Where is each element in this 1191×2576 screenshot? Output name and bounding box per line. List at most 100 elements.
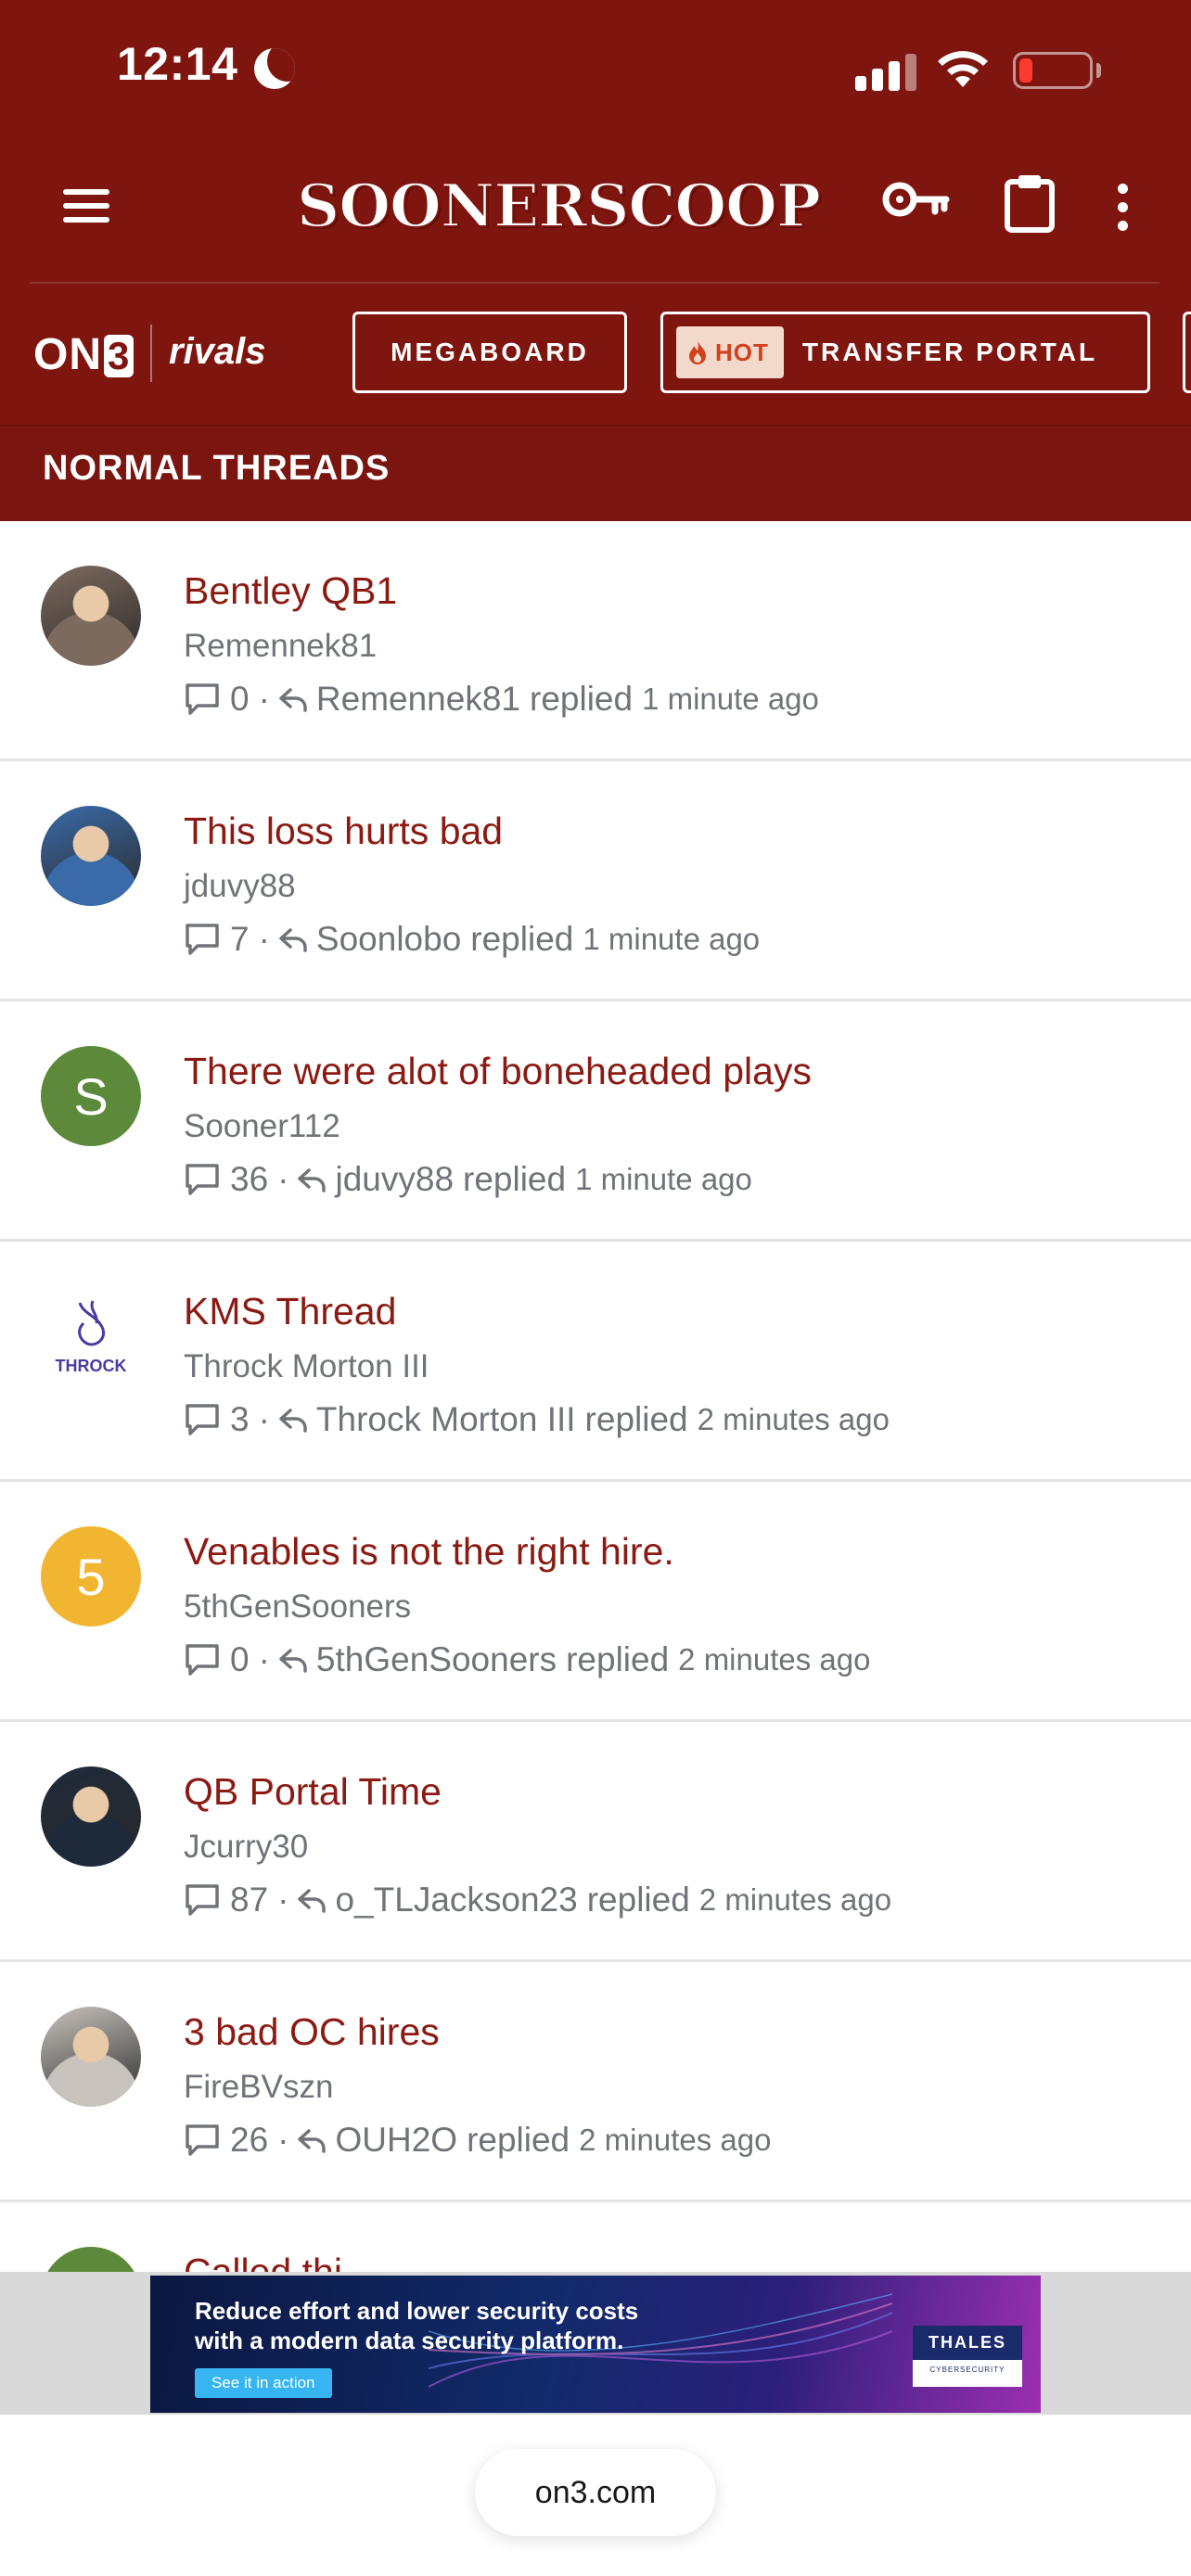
- thread-meta: 0 · Remennek81 replied 1 minute ago: [184, 679, 819, 720]
- reply-count: 26: [230, 2121, 269, 2159]
- thread-row[interactable]: 5 Venables is not the right hire. 5thGen…: [0, 1482, 1191, 1722]
- meta-separator: ·: [277, 1881, 289, 1919]
- thread-list: Bentley QB1 Remennek81 0 · Remennek81 re…: [0, 521, 1191, 2314]
- reply-time: 2 minutes ago: [698, 1882, 892, 1917]
- avatar[interactable]: [41, 1766, 141, 1867]
- reply-arrow-icon: [298, 2129, 327, 2153]
- thread-meta: 3 · Throck Morton III replied 2 minutes …: [184, 1399, 890, 1440]
- throck-logo-icon: THROCK: [56, 1300, 127, 1375]
- browser-url-pill[interactable]: on3.com: [475, 2449, 716, 2536]
- status-time: 12:14: [117, 38, 238, 90]
- thread-author[interactable]: 5thGenSooners: [184, 1588, 411, 1626]
- meta-separator: ·: [258, 680, 270, 718]
- on3-logo[interactable]: ON 3: [33, 329, 134, 380]
- reply-time: 2 minutes ago: [697, 1402, 890, 1436]
- hamburger-menu-icon[interactable]: [58, 185, 113, 226]
- thread-author[interactable]: Sooner112: [184, 1108, 340, 1145]
- thread-title[interactable]: This loss hurts bad: [184, 810, 503, 853]
- avatar[interactable]: THROCK: [41, 1286, 141, 1386]
- last-replier[interactable]: Soonlobo: [316, 920, 461, 959]
- transfer-portal-button[interactable]: HOT TRANSFER PORTAL: [660, 312, 1150, 393]
- thread-title[interactable]: 3 bad OC hires: [184, 2010, 440, 2054]
- thread-author[interactable]: jduvy88: [184, 868, 296, 905]
- megaboard-label: MEGABOARD: [391, 338, 589, 366]
- battery-icon: [1013, 52, 1093, 89]
- reply-count: 3: [230, 1400, 250, 1438]
- meta-separator: ·: [277, 2121, 289, 2159]
- last-replier[interactable]: OUH2O: [335, 2121, 457, 2160]
- reply-time: 1 minute ago: [575, 1162, 752, 1196]
- meta-separator: ·: [258, 1400, 270, 1438]
- more-vertical-icon[interactable]: [1113, 182, 1132, 234]
- comment-icon: [186, 1404, 219, 1435]
- replied-label: replied: [530, 680, 634, 718]
- comment-icon: [186, 1884, 219, 1916]
- cellular-signal-icon: [855, 52, 916, 91]
- avatar[interactable]: 5: [41, 1526, 141, 1626]
- reply-count: 36: [230, 1160, 269, 1198]
- key-icon[interactable]: [881, 174, 952, 224]
- section-title: NORMAL THREADS: [43, 449, 391, 488]
- last-replier[interactable]: 5thGenSooners: [316, 1640, 557, 1679]
- last-replier[interactable]: Remennek81: [316, 680, 520, 719]
- thread-row[interactable]: This loss hurts bad jduvy88 7 · Soonlobo…: [0, 761, 1191, 1001]
- avatar[interactable]: [41, 566, 141, 666]
- comment-icon: [186, 1164, 219, 1195]
- meta-separator: ·: [258, 1640, 270, 1678]
- ad-cta-button[interactable]: See it in action: [195, 2368, 332, 2398]
- rivals-logo[interactable]: rivals: [169, 331, 266, 373]
- clipboard-icon[interactable]: [1002, 172, 1057, 234]
- replied-label: replied: [566, 1640, 670, 1678]
- hot-badge: HOT: [676, 326, 784, 378]
- thread-row[interactable]: S There were alot of boneheaded plays So…: [0, 1001, 1191, 1242]
- thread-meta: 26 · OUH2O replied 2 minutes ago: [184, 2120, 771, 2161]
- replied-label: replied: [584, 1400, 688, 1438]
- last-replier[interactable]: jduvy88: [335, 1160, 454, 1199]
- comment-icon: [186, 924, 219, 955]
- last-replier[interactable]: o_TLJackson23: [335, 1881, 577, 1919]
- reply-time: 2 minutes ago: [579, 2123, 772, 2157]
- avatar[interactable]: S: [41, 1046, 141, 1146]
- thread-row[interactable]: 3 bad OC hires FireBVszn 26 · OUH2O repl…: [0, 1962, 1191, 2202]
- reply-count: 87: [230, 1881, 269, 1919]
- meta-separator: ·: [277, 1160, 289, 1198]
- wifi-icon: [938, 51, 988, 87]
- replied-label: replied: [586, 1881, 690, 1919]
- reply-count: 0: [230, 680, 250, 718]
- ad-banner[interactable]: Reduce effort and lower security costs w…: [150, 2276, 1041, 2413]
- thread-meta: 0 · 5thGenSooners replied 2 minutes ago: [184, 1639, 870, 1680]
- reply-arrow-icon: [279, 1649, 307, 1673]
- next-nav-pill-edge[interactable]: [1183, 312, 1191, 393]
- header-divider: [30, 282, 1159, 284]
- app-header: 12:14 SOONERSCOOP ON3 rivals MEGABOARD: [0, 0, 1191, 521]
- avatar[interactable]: [41, 2007, 141, 2107]
- thread-author[interactable]: Throck Morton III: [184, 1348, 429, 1385]
- avatar[interactable]: [41, 806, 141, 906]
- meta-separator: ·: [258, 920, 270, 958]
- site-logo[interactable]: SOONERSCOOP: [296, 170, 822, 244]
- thread-author[interactable]: Jcurry30: [184, 1829, 308, 1866]
- thread-row[interactable]: QB Portal Time Jcurry30 87 · o_TLJackson…: [0, 1722, 1191, 1962]
- thread-author[interactable]: Remennek81: [184, 628, 377, 665]
- thread-title[interactable]: Venables is not the right hire.: [184, 1530, 674, 1574]
- thread-title[interactable]: Bentley QB1: [184, 569, 397, 613]
- comment-icon: [186, 683, 219, 715]
- thread-meta: 7 · Soonlobo replied 1 minute ago: [184, 919, 760, 960]
- reply-time: 1 minute ago: [642, 682, 819, 716]
- thread-author[interactable]: FireBVszn: [184, 2069, 333, 2106]
- thread-title[interactable]: There were alot of boneheaded plays: [184, 1050, 812, 1093]
- thread-meta: 87 · o_TLJackson23 replied 2 minutes ago: [184, 1880, 891, 1920]
- flame-icon: [689, 340, 706, 364]
- moon-icon: [254, 48, 295, 89]
- megaboard-button[interactable]: MEGABOARD: [352, 312, 627, 393]
- thread-title[interactable]: QB Portal Time: [184, 1770, 442, 1814]
- thread-row[interactable]: Bentley QB1 Remennek81 0 · Remennek81 re…: [0, 521, 1191, 761]
- thread-row[interactable]: THROCK KMS Thread Throck Morton III 3 · …: [0, 1242, 1191, 1482]
- last-replier[interactable]: Throck Morton III: [316, 1400, 576, 1439]
- reply-time: 1 minute ago: [583, 922, 761, 956]
- ad-brand-logo: THALES CYBERSECURITY: [913, 2326, 1022, 2387]
- thread-title[interactable]: KMS Thread: [184, 1290, 396, 1333]
- svg-text:THROCK: THROCK: [56, 1357, 127, 1375]
- reply-count: 0: [230, 1640, 250, 1678]
- replied-label: replied: [467, 2121, 570, 2159]
